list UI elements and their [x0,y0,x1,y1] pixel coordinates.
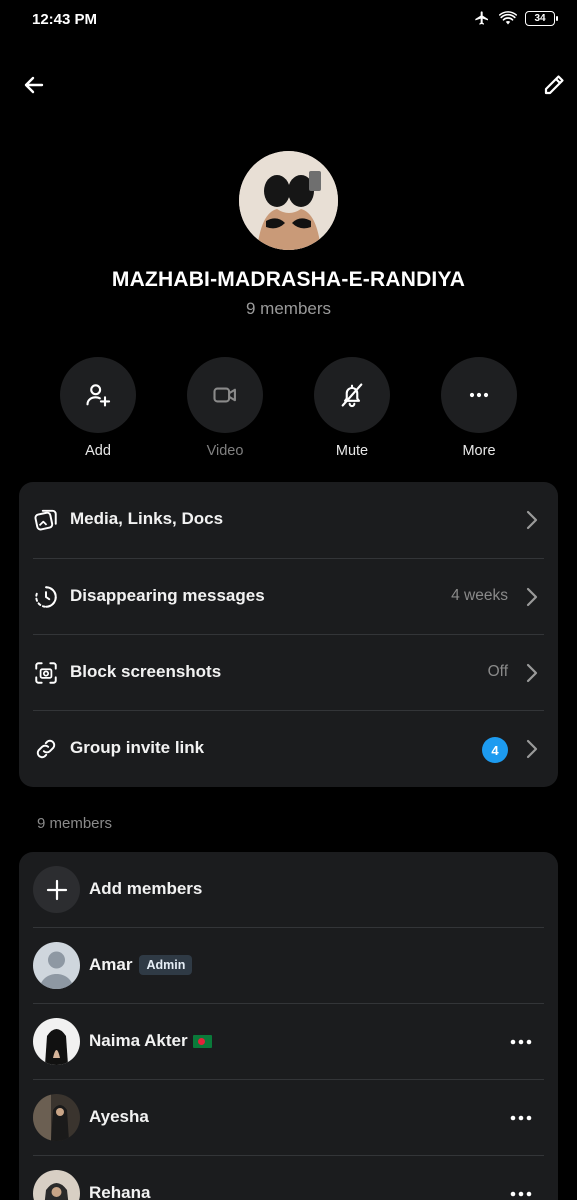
member-name: Amar Admin [89,955,193,975]
mute-action-button[interactable]: Mute [307,357,397,459]
members-card: Add members Amar Admin Naima Akter Ayesh… [19,852,558,1200]
avatar [33,942,80,989]
member-options-button[interactable] [506,1032,536,1052]
avatar [33,1094,80,1141]
battery-icon: 34 [525,10,558,26]
group-invite-link-label: Group invite link [70,738,205,757]
mute-action-circle[interactable] [314,357,390,433]
group-members-count: 9 members [245,299,332,318]
group-invite-link-row[interactable]: Group invite link 4 [19,711,558,787]
block-screenshots-value: Off [487,663,508,680]
member-name-text: Ayesha [89,1107,149,1126]
pencil-icon [544,75,564,95]
disappearing-messages-value: 4 weeks [451,587,508,604]
member-name: Naima Akter [89,1031,212,1051]
media-icon [33,507,59,533]
media-links-docs-label: Media, Links, Docs [70,509,224,528]
member-row[interactable]: Ayesha [19,1080,558,1156]
media-links-docs-row[interactable]: Media, Links, Docs [19,482,558,558]
more-dots-icon [510,1115,532,1121]
link-icon [33,736,59,762]
add-action-circle[interactable] [60,357,136,433]
member-name: Ayesha [89,1107,149,1127]
plus-icon [46,879,67,900]
timer-icon [33,584,59,610]
member-name-text: Naima Akter [89,1031,188,1050]
chevron-right-icon [526,739,538,759]
status-bar: 12:43 PM 34 [0,0,577,40]
avatar [33,1018,80,1065]
chevron-right-icon [526,663,538,683]
member-options-button[interactable] [506,1108,536,1128]
group-avatar[interactable] [239,151,338,250]
chevron-right-icon [526,510,538,530]
add-action-label: Add [85,443,111,459]
add-action-button[interactable]: Add [53,357,143,459]
arrow-left-icon [24,76,44,94]
back-button[interactable] [12,63,56,107]
video-action-label: Video [206,443,244,459]
add-members-label: Add members [89,879,203,898]
group-photo [239,151,338,250]
more-dots-icon [510,1039,532,1045]
more-action-button[interactable]: More [434,357,524,459]
member-row[interactable]: Naima Akter [19,1004,558,1080]
more-action-circle[interactable] [441,357,517,433]
avatar [33,1170,80,1200]
bangladesh-flag-icon [192,1034,212,1048]
status-time: 12:43 PM [32,11,98,28]
member-row[interactable]: Rehana [19,1156,558,1200]
edit-button[interactable] [532,63,576,107]
video-camera-icon [213,387,236,403]
disappearing-messages-row[interactable]: Disappearing messages 4 weeks [19,559,558,635]
screenshot-icon [33,660,59,686]
group-settings-card: Media, Links, Docs Disappearing messages… [19,482,558,787]
invite-link-count-badge: 4 [482,737,508,763]
block-screenshots-label: Block screenshots [70,662,222,681]
member-name-text: Rehana [89,1183,151,1200]
member-name: Rehana [89,1183,150,1200]
chevron-right-icon [526,587,538,607]
disappearing-messages-label: Disappearing messages [70,586,265,605]
block-screenshots-row[interactable]: Block screenshots Off [19,635,558,711]
airplane-icon [475,11,488,25]
status-icons: 34 [473,10,558,26]
more-dots-icon [469,392,489,398]
member-options-button[interactable] [506,1184,536,1200]
wifi-icon [499,10,517,24]
battery-level: 34 [534,12,546,24]
video-action-button[interactable]: Video [180,357,270,459]
video-action-circle[interactable] [187,357,263,433]
admin-badge: Admin [139,955,193,975]
add-person-icon [86,384,111,407]
members-section-title: 9 members [37,815,113,832]
bell-off-icon [341,383,363,408]
more-action-label: More [462,443,496,459]
member-row[interactable]: Amar Admin [19,928,558,1004]
add-members-avatar [33,866,80,913]
add-members-row[interactable]: Add members [19,852,558,928]
more-dots-icon [510,1191,532,1197]
member-name-text: Amar [89,955,133,974]
mute-action-label: Mute [335,443,369,459]
group-name: MAZHABI-MADRASHA-E-RANDIYA [111,268,466,291]
